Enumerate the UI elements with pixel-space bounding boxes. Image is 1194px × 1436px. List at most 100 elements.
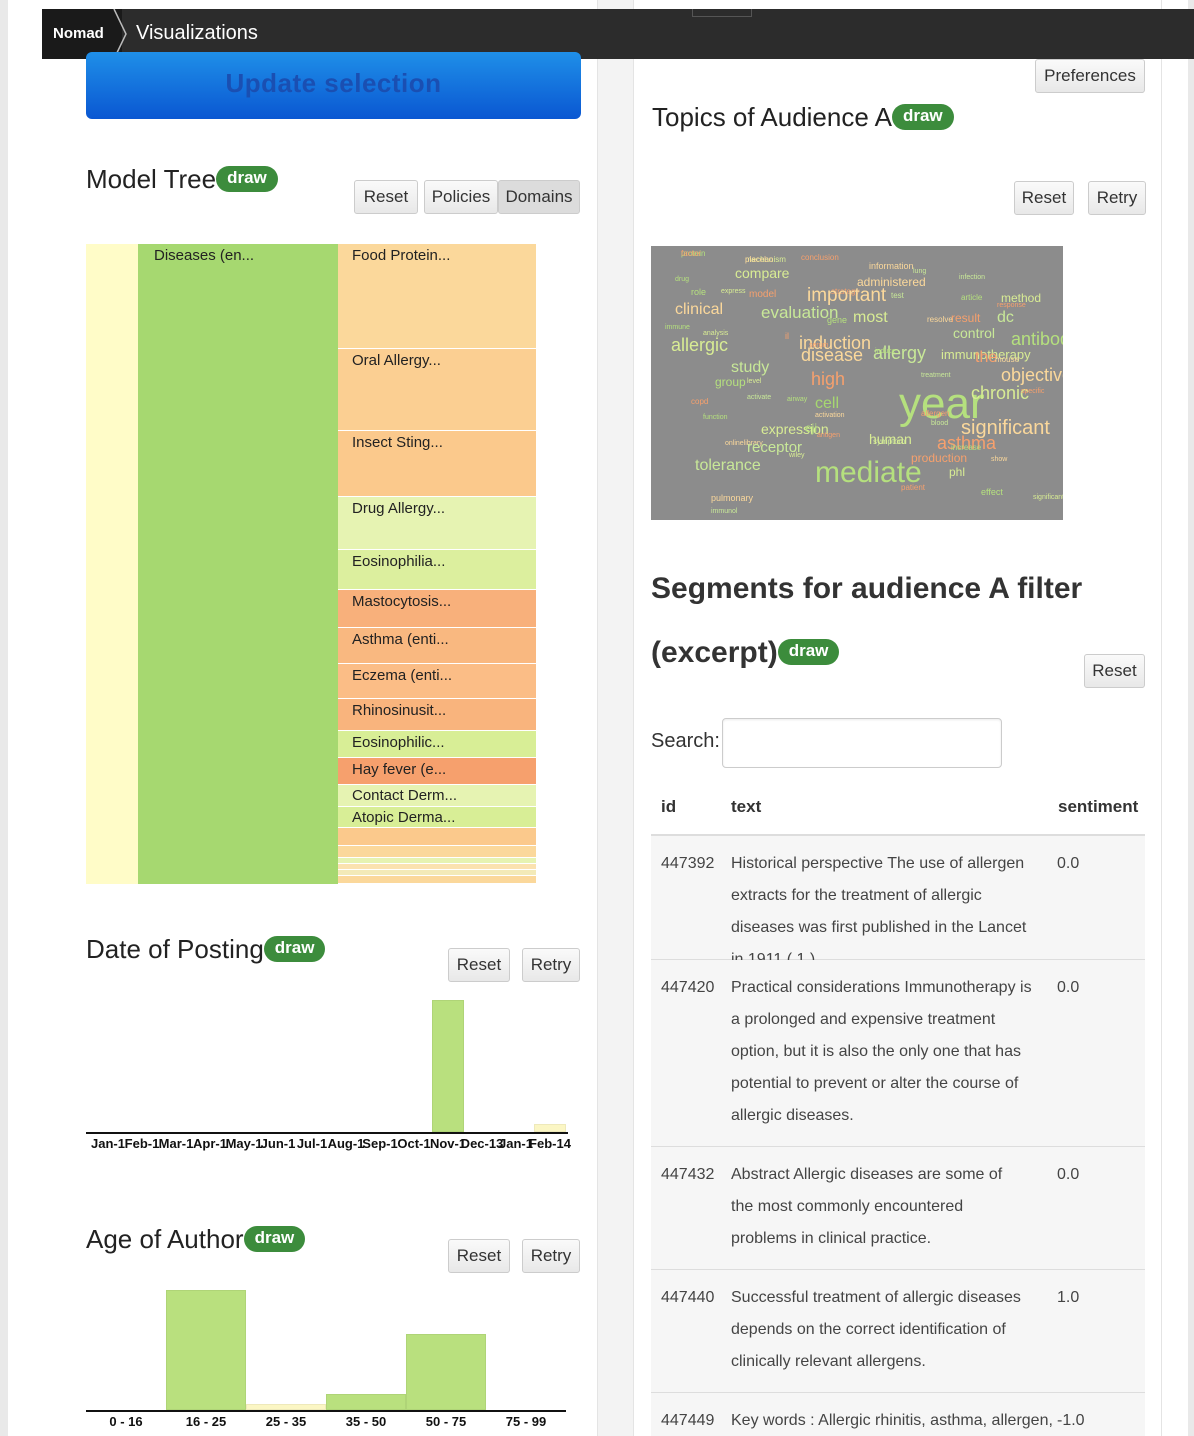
model-tree-policies-button[interactable]: Policies: [424, 180, 498, 214]
word-cloud-term[interactable]: control: [953, 326, 995, 340]
treemap-leaf[interactable]: Eosinophilic...: [338, 731, 536, 758]
word-cloud-term[interactable]: result: [951, 312, 980, 324]
word-cloud-term[interactable]: immunol: [711, 508, 737, 515]
treemap-node-diseases[interactable]: Diseases (en...: [138, 244, 338, 884]
word-cloud-term[interactable]: effect: [981, 488, 1003, 497]
word-cloud-term[interactable]: objective: [1001, 366, 1063, 384]
age-of-author-reset-button[interactable]: Reset: [448, 1239, 510, 1273]
model-tree-reset-button[interactable]: Reset: [354, 180, 418, 214]
treemap-leaf[interactable]: Food Protein...: [338, 244, 536, 349]
date-of-posting-draw-button[interactable]: draw: [263, 936, 326, 963]
topics-draw-button[interactable]: draw: [891, 104, 954, 131]
word-cloud-term[interactable]: compare: [735, 266, 789, 280]
word-cloud-term[interactable]: test: [891, 292, 904, 300]
word-cloud-term[interactable]: antibody: [1011, 330, 1063, 348]
treemap-leaf[interactable]: Contact Derm...: [338, 785, 536, 807]
topics-reset-button[interactable]: Reset: [1014, 181, 1074, 215]
word-cloud-term[interactable]: activation: [815, 412, 845, 419]
word-cloud-term[interactable]: treatment: [921, 372, 951, 379]
word-cloud-term[interactable]: disease: [801, 346, 863, 364]
segments-reset-button[interactable]: Reset: [1084, 654, 1145, 688]
word-cloud-term[interactable]: group: [715, 376, 746, 388]
word-cloud-term[interactable]: antigen: [817, 432, 840, 439]
table-row[interactable]: 447440 Successful treatment of allergic …: [651, 1270, 1145, 1393]
treemap-leaf[interactable]: Asthma (enti...: [338, 628, 536, 664]
treemap-leaf[interactable]: [338, 828, 536, 846]
treemap-leaf[interactable]: Insect Sting...: [338, 431, 536, 497]
word-cloud-term[interactable]: airway: [787, 396, 807, 403]
treemap-leaf[interactable]: Mastocytosis...: [338, 590, 536, 628]
word-cloud-term[interactable]: drug: [675, 276, 689, 283]
topics-retry-button[interactable]: Retry: [1088, 181, 1146, 215]
word-cloud-term[interactable]: express: [721, 288, 746, 295]
word-cloud-term[interactable]: model: [749, 290, 776, 300]
word-cloud-term[interactable]: the: [975, 350, 997, 366]
word-cloud-term[interactable]: level: [747, 378, 761, 385]
word-cloud-term[interactable]: study: [731, 360, 769, 376]
treemap-leaf[interactable]: Eosinophilia...: [338, 550, 536, 590]
word-cloud-term[interactable]: cell: [815, 396, 839, 412]
word-cloud-term[interactable]: patient: [901, 484, 925, 492]
table-row[interactable]: 447432 Abstract Allergic diseases are so…: [651, 1147, 1145, 1270]
word-cloud-term[interactable]: mouse: [995, 356, 1019, 364]
chart-bar[interactable]: [406, 1334, 486, 1410]
word-cloud-term[interactable]: article: [961, 294, 982, 302]
word-cloud-term[interactable]: allergen: [921, 410, 949, 418]
age-of-author-retry-button[interactable]: Retry: [522, 1239, 580, 1273]
word-cloud-term[interactable]: gene: [827, 316, 847, 325]
word-cloud-term[interactable]: pulmonary: [711, 494, 753, 503]
chart-bar[interactable]: [166, 1290, 246, 1410]
word-cloud-term[interactable]: infection: [959, 274, 985, 281]
model-tree-domains-button[interactable]: Domains: [498, 180, 580, 214]
word-cloud-term[interactable]: eji: [805, 422, 817, 434]
word-cloud-term[interactable]: tolerance: [695, 458, 761, 474]
word-cloud-term[interactable]: activate: [747, 394, 771, 401]
search-input[interactable]: [722, 718, 1002, 768]
word-cloud-term[interactable]: human: [869, 432, 912, 446]
treemap-leaf[interactable]: Eczema (enti...: [338, 664, 536, 699]
table-row[interactable]: 447420 Practical considerations Immunoth…: [651, 960, 1145, 1147]
word-cloud-term[interactable]: phl: [949, 466, 965, 478]
word-cloud-term[interactable]: lung: [913, 268, 926, 275]
treemap-leaf[interactable]: Oral Allergy...: [338, 349, 536, 431]
chart-bar[interactable]: [534, 1124, 566, 1132]
word-cloud-term[interactable]: dc: [997, 310, 1014, 326]
word-cloud-term[interactable]: function: [703, 414, 728, 421]
word-cloud-term[interactable]: most: [853, 310, 888, 326]
model-tree-draw-button[interactable]: draw: [216, 166, 278, 193]
word-cloud-term[interactable]: conclusion: [801, 254, 839, 262]
column-header-sentiment[interactable]: sentiment: [1058, 797, 1138, 817]
word-cloud-term[interactable]: high: [811, 370, 845, 388]
treemap-leaf[interactable]: [338, 846, 536, 858]
treemap-leaf[interactable]: [338, 876, 536, 884]
chart-bar[interactable]: [432, 1000, 464, 1132]
word-cloud-term[interactable]: copd: [691, 398, 708, 406]
column-header-text[interactable]: text: [731, 797, 761, 817]
treemap-leaf[interactable]: Drug Allergy...: [338, 497, 536, 550]
date-of-posting-retry-button[interactable]: Retry: [522, 948, 580, 982]
word-cloud-term[interactable]: factor: [681, 250, 701, 258]
word-cloud-term[interactable]: response: [997, 302, 1026, 309]
word-cloud-term[interactable]: clinical: [675, 302, 723, 318]
update-selection-button[interactable]: Update selection: [86, 52, 581, 119]
word-cloud-term[interactable]: resolve: [927, 316, 953, 324]
word-cloud-term[interactable]: induce: [875, 348, 896, 355]
word-cloud-term[interactable]: allergic: [671, 336, 728, 354]
word-cloud-term[interactable]: blood: [931, 420, 948, 427]
word-cloud-term[interactable]: information: [869, 262, 914, 271]
treemap-leaf[interactable]: Atopic Derma...: [338, 807, 536, 828]
segments-draw-button[interactable]: draw: [777, 639, 840, 666]
column-header-id[interactable]: id: [661, 797, 676, 817]
word-cloud-term[interactable]: immune: [665, 324, 690, 331]
treemap-leaf[interactable]: Rhinosinusit...: [338, 699, 536, 731]
date-of-posting-reset-button[interactable]: Reset: [448, 948, 510, 982]
word-cloud-term[interactable]: specific: [1021, 388, 1044, 395]
word-cloud-term[interactable]: significantly: [1033, 494, 1063, 501]
chart-bar[interactable]: [326, 1394, 406, 1410]
table-row[interactable]: 447449 Key words : Allergic rhinitis, as…: [651, 1393, 1145, 1436]
breadcrumb-visualizations[interactable]: Visualizations: [136, 9, 258, 57]
word-cloud-term[interactable]: il: [785, 332, 789, 341]
word-cloud-term[interactable]: role: [691, 288, 706, 297]
table-row[interactable]: 447392 Historical perspective The use of…: [651, 836, 1145, 968]
treemap-leaf[interactable]: Hay fever (e...: [338, 758, 536, 785]
